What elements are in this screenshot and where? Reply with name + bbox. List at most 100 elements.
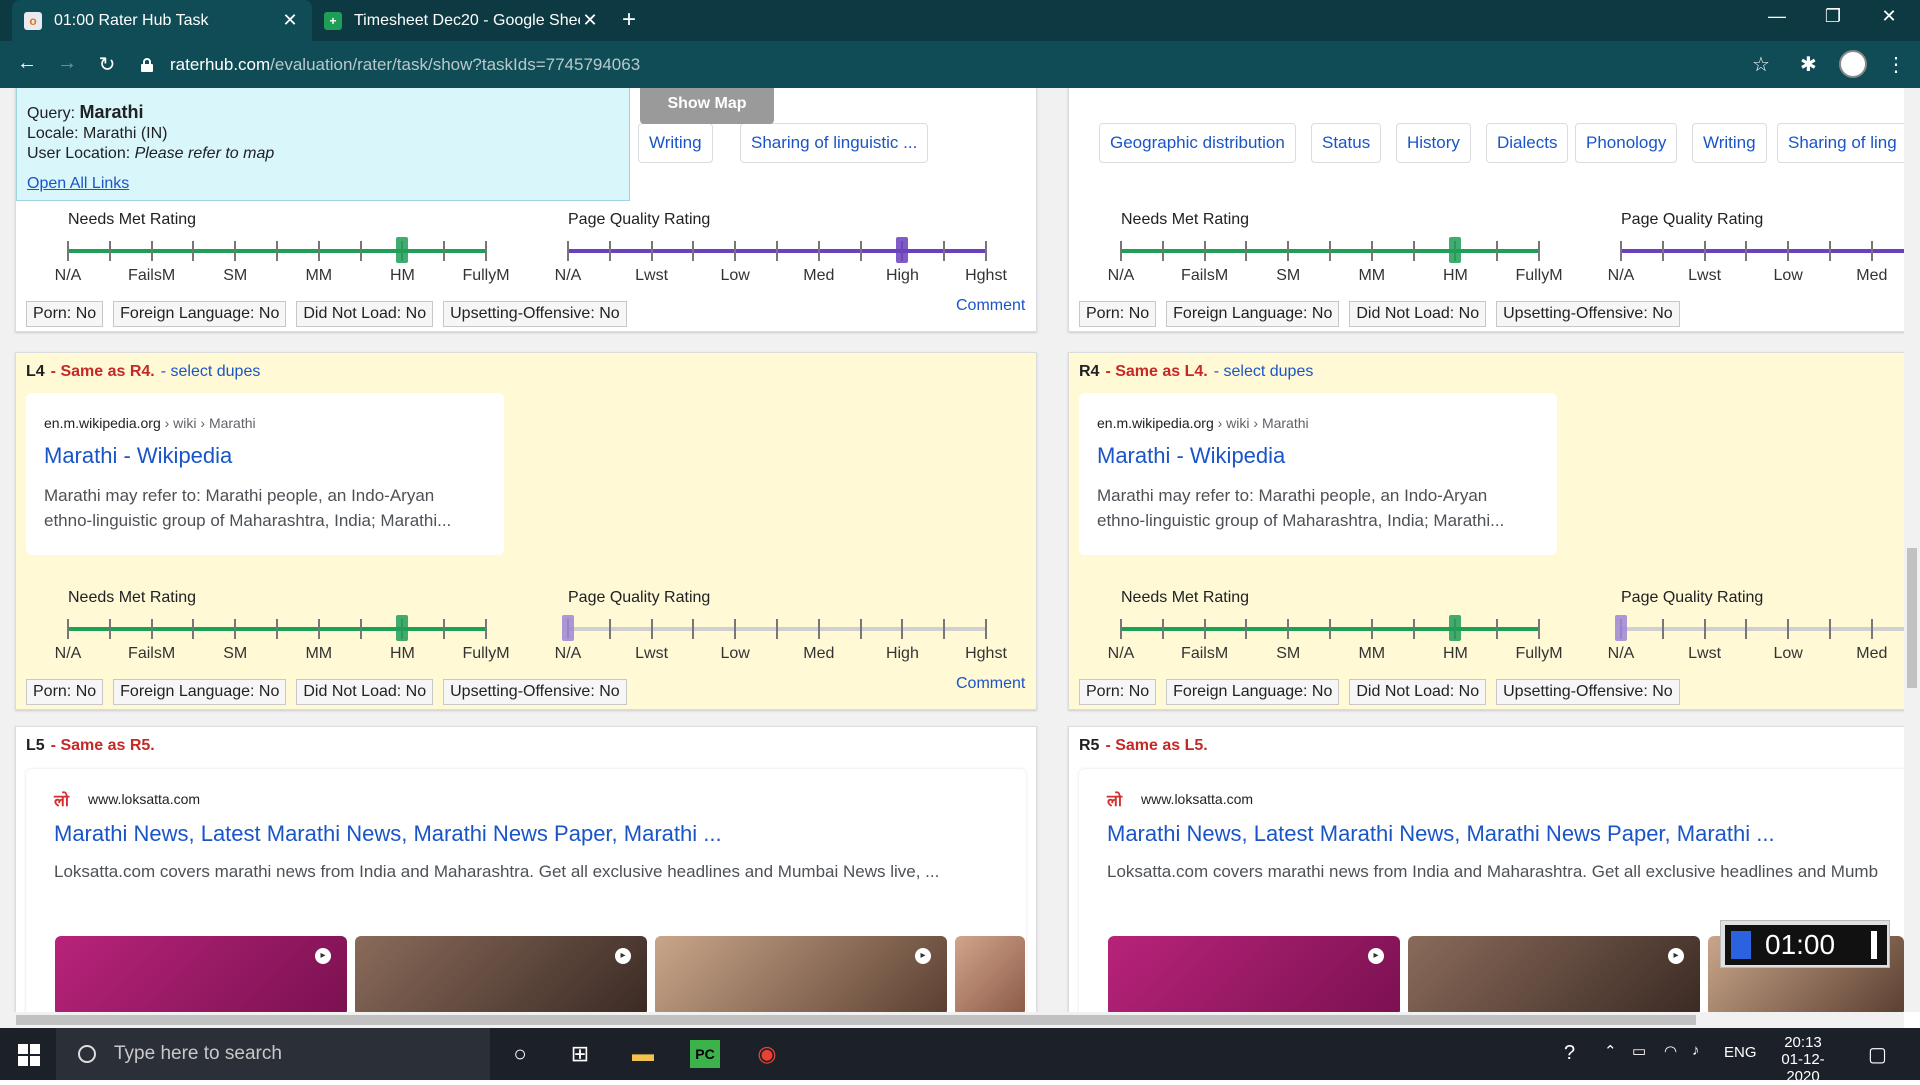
news-thumbnail[interactable]: ▸ xyxy=(1108,936,1400,1012)
flag-porn[interactable]: Porn: No xyxy=(1079,679,1157,705)
needs-met-slider[interactable]: N/A FailsM SM MM HM FullyM xyxy=(1108,613,1563,662)
timer-pause-icon[interactable] xyxy=(1871,931,1877,959)
file-explorer-icon[interactable]: ▬ xyxy=(628,1040,658,1068)
forward-icon[interactable]: → xyxy=(54,52,80,75)
needs-met-slider[interactable]: N/A FailsM SM MM HM FullyM xyxy=(55,235,510,284)
comment-link[interactable]: Comment xyxy=(956,297,1025,315)
chip-phonology[interactable]: Phonology xyxy=(1575,123,1678,163)
result-url[interactable]: www.loksatta.com xyxy=(88,791,200,807)
flag-did-not-load[interactable]: Did Not Load: No xyxy=(296,301,434,327)
select-dupes-link[interactable]: - select dupes xyxy=(1214,363,1314,381)
needs-met-slider[interactable]: N/A FailsM SM MM HM FullyM xyxy=(55,613,510,662)
show-map-button[interactable]: Show Map xyxy=(640,88,774,124)
slider-knob[interactable] xyxy=(562,615,574,641)
flag-did-not-load[interactable]: Did Not Load: No xyxy=(1349,301,1487,327)
slider-knob[interactable] xyxy=(1449,237,1462,263)
chip-writing[interactable]: Writing xyxy=(638,123,713,163)
extensions-icon[interactable]: ✱ xyxy=(1800,52,1817,77)
task-view-icon[interactable]: ⊞ xyxy=(565,1040,595,1068)
open-all-links[interactable]: Open All Links xyxy=(27,174,129,194)
result-url[interactable]: en.m.wikipedia.org › wiki › Marathi xyxy=(1097,415,1309,431)
result-title[interactable]: Marathi News, Latest Marathi News, Marat… xyxy=(54,821,722,847)
help-icon[interactable]: ? xyxy=(1564,1042,1575,1065)
show-hidden-icons-icon[interactable]: ⌃ xyxy=(1604,1042,1617,1060)
result-url[interactable]: en.m.wikipedia.org › wiki › Marathi xyxy=(44,415,256,431)
back-icon[interactable]: ← xyxy=(14,52,40,75)
notifications-icon[interactable]: ▢ xyxy=(1868,1042,1887,1067)
page-quality-slider[interactable]: N/ALwstLowMedHighHghst xyxy=(1608,613,1904,662)
news-thumbnail[interactable]: ▸ xyxy=(355,936,647,1012)
flag-porn[interactable]: Porn: No xyxy=(26,679,104,705)
page-quality-slider[interactable]: N/ALwstLowMedHighHghst xyxy=(555,613,1007,662)
pycharm-icon[interactable]: PC xyxy=(690,1040,720,1068)
taskbar-search-box[interactable]: Type here to search xyxy=(56,1028,490,1080)
result-title[interactable]: Marathi - Wikipedia xyxy=(1097,443,1285,469)
slider-knob[interactable] xyxy=(896,237,909,263)
needs-met-slider[interactable]: N/A FailsM SM MM HM FullyM xyxy=(1108,235,1563,284)
chip-dialects[interactable]: Dialects xyxy=(1486,123,1569,163)
menu-kebab-icon[interactable]: ⋮ xyxy=(1886,52,1906,77)
comment-link[interactable]: Comment xyxy=(956,675,1025,693)
close-tab-icon[interactable]: ✕ xyxy=(280,10,300,31)
close-tab-icon[interactable]: ✕ xyxy=(580,10,600,31)
chip-writing[interactable]: Writing xyxy=(1692,123,1767,163)
result-url[interactable]: www.loksatta.com xyxy=(1141,791,1253,807)
chip-history[interactable]: History xyxy=(1396,123,1471,163)
bookmark-star-icon[interactable]: ☆ xyxy=(1752,52,1770,77)
restore-icon[interactable]: ❐ xyxy=(1818,6,1848,27)
flag-foreign-language[interactable]: Foreign Language: No xyxy=(113,301,287,327)
rating-row: Needs Met Rating N/A FailsM SM MM HM FullyM P… xyxy=(1069,579,1904,709)
new-tab-icon[interactable]: + xyxy=(622,8,636,32)
page-quality-slider[interactable]: N/ALwstLowMedHighHghst xyxy=(1608,235,1904,284)
scale-label: Med xyxy=(803,267,835,284)
task-timer[interactable]: 01:00 xyxy=(1720,920,1890,968)
flag-foreign-language[interactable]: Foreign Language: No xyxy=(1166,679,1340,705)
flag-did-not-load[interactable]: Did Not Load: No xyxy=(296,679,434,705)
news-thumbnail[interactable]: ▸ xyxy=(1408,936,1700,1012)
chip-geographic-distribution[interactable]: Geographic distribution xyxy=(1099,123,1296,163)
flag-upsetting-offensive[interactable]: Upsetting-Offensive: No xyxy=(443,679,627,705)
scale-tick xyxy=(1161,241,1164,261)
volume-muted-icon[interactable]: ♪ xyxy=(1692,1042,1700,1059)
cortana-icon[interactable]: ○ xyxy=(505,1040,535,1068)
chip-sharing-linguistic[interactable]: Sharing of ling xyxy=(1777,123,1904,163)
flag-foreign-language[interactable]: Foreign Language: No xyxy=(113,679,287,705)
close-window-icon[interactable]: ✕ xyxy=(1874,6,1904,27)
result-title[interactable]: Marathi - Wikipedia xyxy=(44,443,232,469)
slider-knob[interactable] xyxy=(1449,615,1462,641)
page-quality-slider[interactable]: N/ALwstLowMedHighHghst xyxy=(555,235,1007,284)
tab-timesheet[interactable]: + Timesheet Dec20 - Google Sheet ✕ xyxy=(312,0,612,41)
slider-knob[interactable] xyxy=(396,615,409,641)
news-thumbnail[interactable]: ▸ xyxy=(655,936,947,1012)
flag-upsetting-offensive[interactable]: Upsetting-Offensive: No xyxy=(1496,679,1680,705)
slider-knob[interactable] xyxy=(396,237,409,263)
news-thumbnail[interactable]: ▸ xyxy=(55,936,347,1012)
profile-avatar[interactable] xyxy=(1839,50,1867,78)
flag-upsetting-offensive[interactable]: Upsetting-Offensive: No xyxy=(443,301,627,327)
tab-rater-hub[interactable]: o 01:00 Rater Hub Task ✕ xyxy=(12,0,312,41)
flag-foreign-language[interactable]: Foreign Language: No xyxy=(1166,301,1340,327)
url-host: raterhub.com xyxy=(170,55,271,74)
flag-porn[interactable]: Porn: No xyxy=(1079,301,1157,327)
minimize-icon[interactable]: — xyxy=(1762,6,1792,27)
select-dupes-link[interactable]: - select dupes xyxy=(161,363,261,381)
scale-label: HM xyxy=(1442,645,1468,662)
horizontal-scrollbar[interactable] xyxy=(0,1012,1904,1028)
news-thumbnail[interactable] xyxy=(955,936,1025,1012)
clock[interactable]: 20:13 01-12-2020 xyxy=(1768,1034,1838,1085)
language-indicator[interactable]: ENG xyxy=(1724,1044,1757,1061)
battery-icon[interactable]: ▭ xyxy=(1632,1042,1646,1060)
flag-upsetting-offensive[interactable]: Upsetting-Offensive: No xyxy=(1496,301,1680,327)
reload-icon[interactable]: ↻ xyxy=(94,52,120,77)
flag-porn[interactable]: Porn: No xyxy=(26,301,104,327)
chip-sharing-linguistic[interactable]: Sharing of linguistic ... xyxy=(740,123,929,163)
url-field[interactable]: raterhub.com/evaluation/rater/task/show?… xyxy=(140,49,1750,81)
chrome-icon[interactable]: ◉ xyxy=(752,1040,782,1068)
vertical-scrollbar[interactable] xyxy=(1904,88,1920,1012)
wifi-icon[interactable]: ◠ xyxy=(1664,1042,1677,1060)
chip-status[interactable]: Status xyxy=(1311,123,1382,163)
result-title[interactable]: Marathi News, Latest Marathi News, Marat… xyxy=(1107,821,1775,847)
windows-start-icon[interactable] xyxy=(18,1044,40,1066)
slider-knob[interactable] xyxy=(1615,615,1627,641)
flag-did-not-load[interactable]: Did Not Load: No xyxy=(1349,679,1487,705)
